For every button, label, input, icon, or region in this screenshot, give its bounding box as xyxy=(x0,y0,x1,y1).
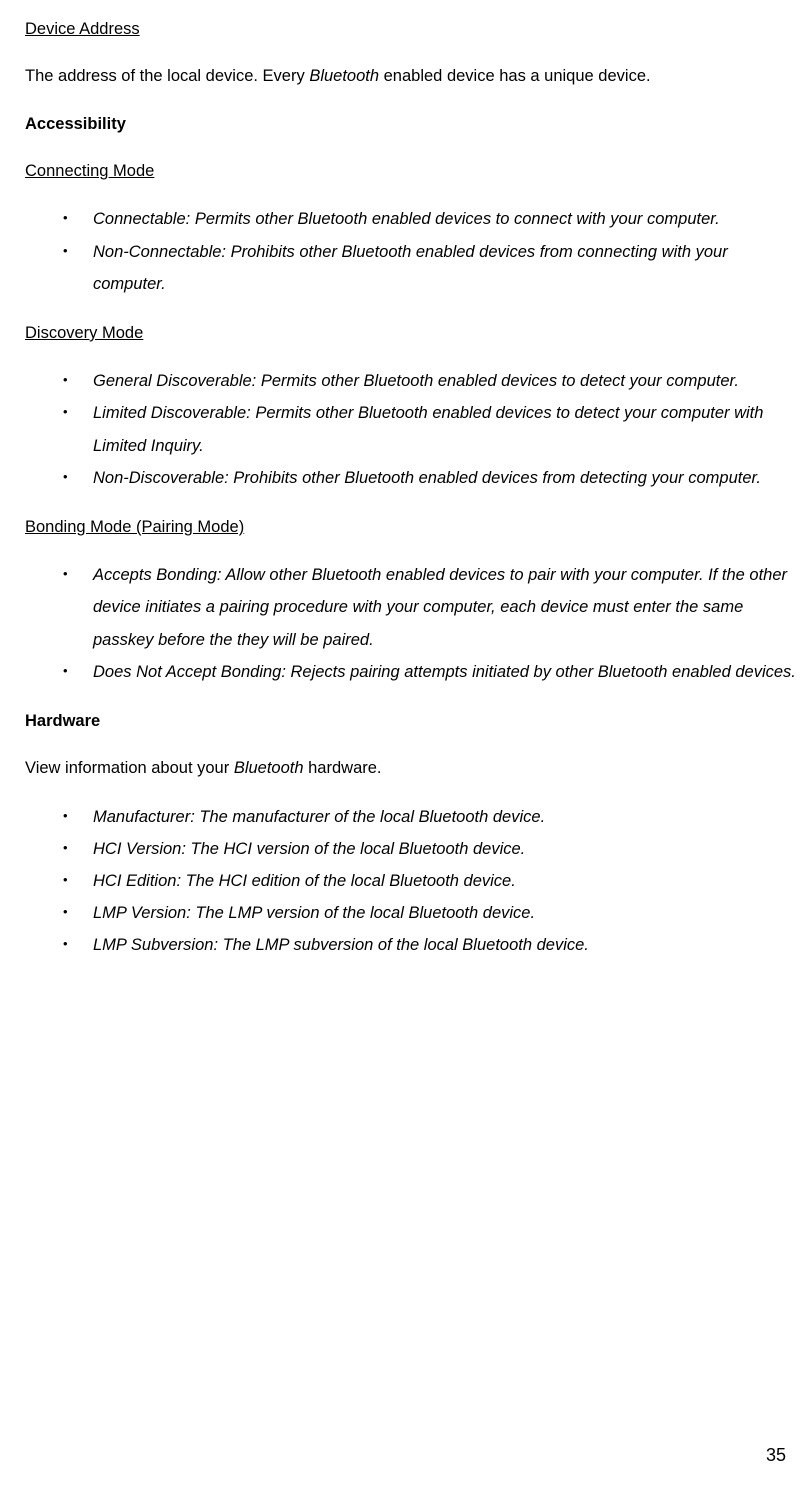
device-address-text: The address of the local device. Every B… xyxy=(25,61,796,92)
hardware-list: Manufacturer: The manufacturer of the lo… xyxy=(25,801,796,962)
list-item: General Discoverable: Permits other Blue… xyxy=(25,365,796,397)
list-item: HCI Version: The HCI version of the loca… xyxy=(25,833,796,865)
text-italic: Bluetooth xyxy=(234,759,304,777)
list-item: Non-Connectable: Prohibits other Bluetoo… xyxy=(25,236,796,300)
list-item: Limited Discoverable: Permits other Blue… xyxy=(25,397,796,461)
accessibility-heading: Accessibility xyxy=(25,109,796,140)
text-part: The address of the local device. Every xyxy=(25,67,309,85)
discovery-mode-list: General Discoverable: Permits other Blue… xyxy=(25,365,796,494)
list-item: Connectable: Permits other Bluetooth ena… xyxy=(25,203,796,235)
hardware-text: View information about your Bluetooth ha… xyxy=(25,753,796,784)
list-item: Accepts Bonding: Allow other Bluetooth e… xyxy=(25,559,796,656)
page-number: 35 xyxy=(766,1438,786,1472)
text-part: hardware. xyxy=(304,759,382,777)
text-part: View information about your xyxy=(25,759,234,777)
text-part: enabled device has a unique device. xyxy=(379,67,651,85)
connecting-mode-heading: Connecting Mode xyxy=(25,156,796,187)
list-item: Manufacturer: The manufacturer of the lo… xyxy=(25,801,796,833)
text-italic: Bluetooth xyxy=(309,67,379,85)
bonding-mode-heading: Bonding Mode (Pairing Mode) xyxy=(25,512,796,543)
list-item: Non-Discoverable: Prohibits other Blueto… xyxy=(25,462,796,494)
list-item: Does Not Accept Bonding: Rejects pairing… xyxy=(25,656,796,688)
list-item: HCI Edition: The HCI edition of the loca… xyxy=(25,865,796,897)
device-address-heading: Device Address xyxy=(25,14,796,45)
list-item: LMP Version: The LMP version of the loca… xyxy=(25,897,796,929)
connecting-mode-list: Connectable: Permits other Bluetooth ena… xyxy=(25,203,796,300)
list-item: LMP Subversion: The LMP subversion of th… xyxy=(25,929,796,961)
discovery-mode-heading: Discovery Mode xyxy=(25,318,796,349)
hardware-heading: Hardware xyxy=(25,706,796,737)
bonding-mode-list: Accepts Bonding: Allow other Bluetooth e… xyxy=(25,559,796,688)
